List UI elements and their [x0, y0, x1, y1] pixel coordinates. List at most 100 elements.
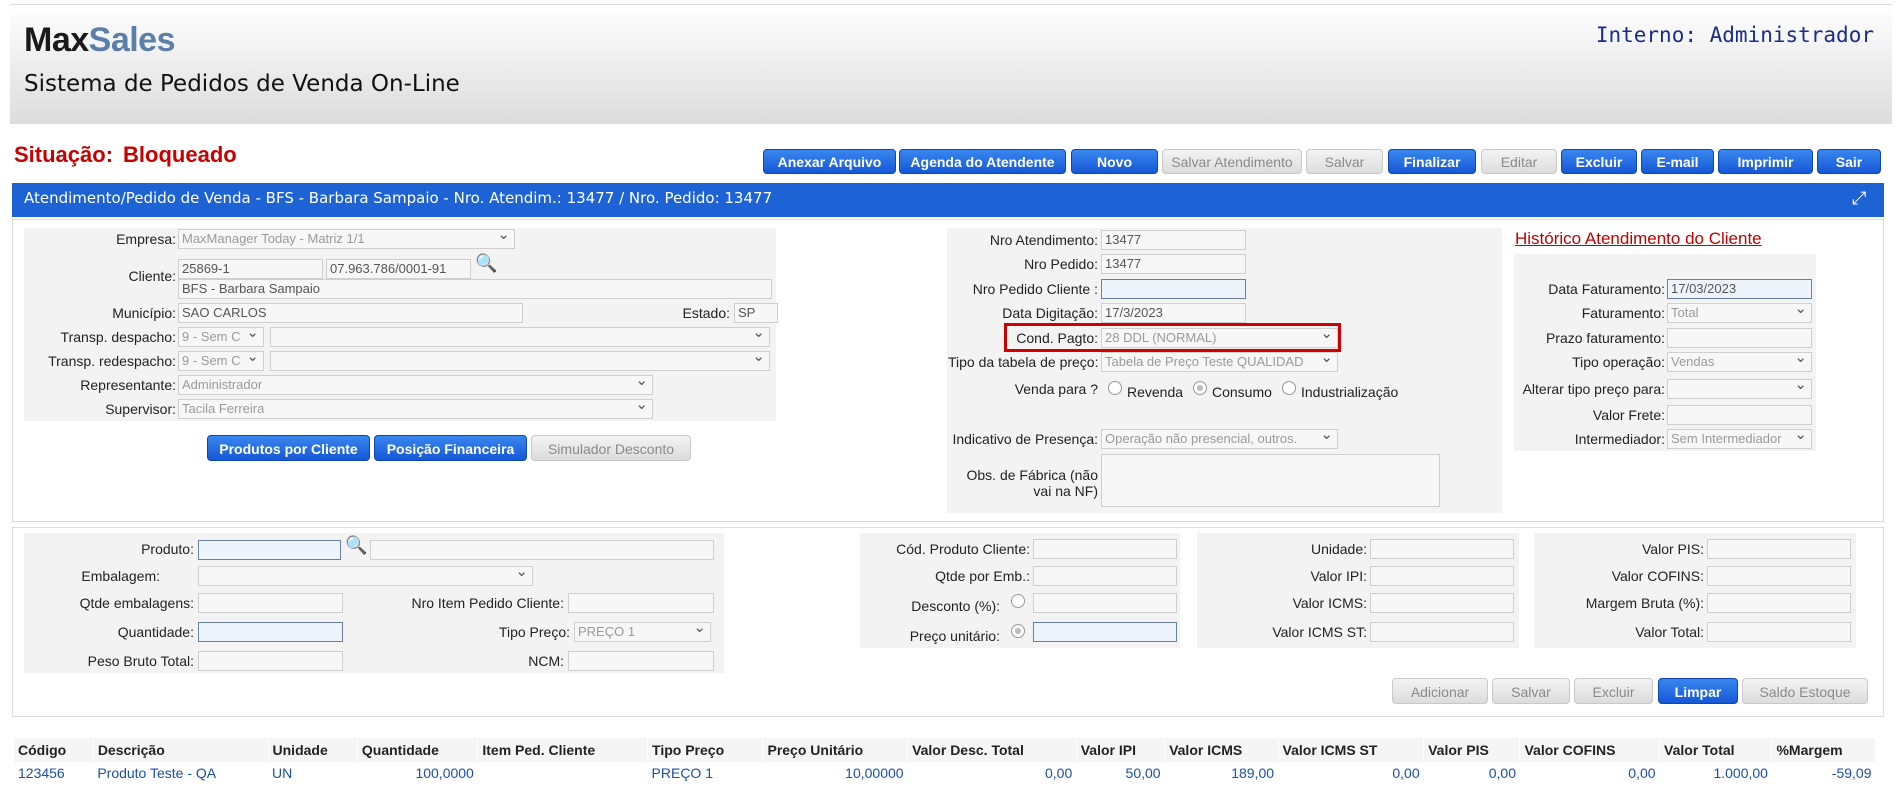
- margem-bruta-input[interactable]: [1707, 593, 1851, 613]
- radio-revenda[interactable]: [1108, 381, 1122, 395]
- produto-code-input[interactable]: [198, 540, 341, 560]
- limpar-button[interactable]: Limpar: [1658, 678, 1738, 704]
- column-header[interactable]: Preço Unitário: [762, 738, 909, 762]
- status-label: Situação: Bloqueado: [14, 142, 237, 167]
- valor-frete-field[interactable]: [1667, 405, 1812, 425]
- embalagem-select[interactable]: [198, 566, 533, 586]
- radio-consumo[interactable]: [1193, 381, 1207, 395]
- indicativo-presenca-select[interactable]: Operação não presencial, outros.: [1101, 429, 1338, 449]
- valor-ipi-input[interactable]: [1370, 566, 1514, 586]
- agenda-atendente-button[interactable]: Agenda do Atendente: [899, 149, 1066, 174]
- tabela-preco-select[interactable]: Tabela de Preço Teste QUALIDAD: [1101, 352, 1338, 372]
- item-excluir-button[interactable]: Excluir: [1574, 678, 1653, 704]
- search-icon[interactable]: 🔍: [475, 253, 497, 274]
- transp-despacho-select[interactable]: 9 - Sem C: [178, 327, 264, 347]
- cliente-cnpj-field[interactable]: 07.963.786/0001-91: [326, 259, 471, 279]
- cod-produto-cliente-input[interactable]: [1033, 539, 1177, 559]
- valor-pis-input[interactable]: [1707, 539, 1851, 559]
- valor-cofins-input[interactable]: [1707, 566, 1851, 586]
- editar-button[interactable]: Editar: [1481, 149, 1557, 174]
- municipio-field[interactable]: SAO CARLOS: [178, 303, 523, 323]
- cond-pagto-select[interactable]: 28 DDL (NORMAL): [1101, 328, 1338, 348]
- column-header[interactable]: %Margem: [1771, 738, 1876, 762]
- valor-icms-st-input[interactable]: [1370, 622, 1514, 642]
- nro-item-pedido-cliente-input[interactable]: [568, 593, 714, 613]
- embalagem-label: Embalagem:: [81, 568, 160, 584]
- expand-icon[interactable]: ⤢: [1852, 189, 1872, 209]
- search-icon[interactable]: 🔍: [345, 535, 367, 556]
- salvar-button[interactable]: Salvar: [1306, 149, 1383, 174]
- transp-despacho-desc[interactable]: [270, 327, 770, 347]
- data-faturamento-label: Data Faturamento:: [1548, 281, 1665, 297]
- prazo-faturamento-field[interactable]: [1667, 328, 1812, 348]
- faturamento-select[interactable]: Total: [1667, 303, 1812, 323]
- tipo-operacao-select[interactable]: Vendas: [1667, 352, 1812, 372]
- radio-desconto[interactable]: [1011, 594, 1025, 608]
- column-header[interactable]: Valor PIS: [1423, 738, 1521, 762]
- column-header[interactable]: Quantidade: [357, 738, 479, 762]
- column-header[interactable]: Valor Desc. Total: [907, 738, 1077, 762]
- representante-select[interactable]: Administrador: [178, 375, 653, 395]
- saldo-estoque-button[interactable]: Saldo Estoque: [1742, 678, 1868, 704]
- produto-desc-input[interactable]: [370, 540, 714, 560]
- transp-redespacho-desc[interactable]: [270, 351, 770, 371]
- radio-preco-unitario[interactable]: [1011, 624, 1025, 638]
- column-header[interactable]: Código: [14, 738, 94, 762]
- column-header[interactable]: Valor IPI: [1076, 738, 1166, 762]
- supervisor-select[interactable]: Tacila Ferreira: [178, 399, 653, 419]
- intermediador-select[interactable]: Sem Intermediador: [1667, 429, 1812, 449]
- historico-link[interactable]: Histórico Atendimento do Cliente: [1515, 229, 1762, 249]
- email-button[interactable]: E-mail: [1641, 149, 1714, 174]
- produtos-por-cliente-button[interactable]: Produtos por Cliente: [207, 435, 370, 461]
- novo-button[interactable]: Novo: [1071, 149, 1158, 174]
- adicionar-button[interactable]: Adicionar: [1392, 678, 1488, 704]
- qtde-por-emb-input[interactable]: [1033, 566, 1177, 586]
- ncm-input[interactable]: [568, 651, 714, 671]
- valor-icms-input[interactable]: [1370, 593, 1514, 613]
- column-header[interactable]: Valor Total: [1659, 738, 1773, 762]
- column-header[interactable]: Item Ped. Cliente: [477, 738, 649, 762]
- peso-bruto-input[interactable]: [198, 651, 343, 671]
- alterar-tipo-preco-select[interactable]: [1667, 379, 1812, 399]
- tipo-preco-select[interactable]: PREÇO 1: [574, 622, 711, 642]
- table-header-row: Código Descrição Unidade Quantidade Item Ped…: [14, 738, 1876, 762]
- column-header[interactable]: Valor ICMS ST: [1278, 738, 1425, 762]
- posicao-financeira-button[interactable]: Posição Financeira: [374, 435, 527, 461]
- table-cell: 189,00: [1231, 765, 1275, 781]
- qtde-embalagens-input[interactable]: [198, 593, 343, 613]
- table-row[interactable]: 123456 Produto Teste - QA UN 100,0000 PREÇO …: [14, 762, 1876, 784]
- desconto-input[interactable]: [1033, 593, 1177, 613]
- anexar-arquivo-button[interactable]: Anexar Arquivo: [763, 149, 896, 174]
- excluir-button[interactable]: Excluir: [1561, 149, 1637, 174]
- cliente-code-field[interactable]: 25869-1: [178, 259, 323, 279]
- preco-unitario-input[interactable]: [1033, 622, 1177, 642]
- column-header[interactable]: Unidade: [268, 738, 358, 762]
- nro-atendimento-field[interactable]: 13477: [1101, 230, 1246, 250]
- radio-industrializacao[interactable]: [1282, 381, 1296, 395]
- nro-pedido-cliente-field[interactable]: [1101, 279, 1246, 299]
- empresa-select[interactable]: MaxManager Today - Matriz 1/1: [178, 229, 515, 249]
- transp-redespacho-select[interactable]: 9 - Sem C: [178, 351, 264, 371]
- obs-fabrica-textarea[interactable]: [1101, 454, 1440, 507]
- simulador-desconto-button[interactable]: Simulador Desconto: [531, 435, 691, 461]
- quantidade-input[interactable]: [198, 622, 343, 642]
- column-header[interactable]: Tipo Preço: [647, 738, 764, 762]
- sair-button[interactable]: Sair: [1817, 149, 1881, 174]
- column-header[interactable]: Descrição: [93, 738, 269, 762]
- data-digitacao-field[interactable]: 17/3/2023: [1101, 303, 1246, 323]
- unidade-input[interactable]: [1370, 539, 1514, 559]
- preco-unitario-label: Preço unitário:: [909, 628, 1000, 644]
- valor-total-input[interactable]: [1707, 622, 1851, 642]
- estado-field[interactable]: SP: [734, 303, 778, 323]
- nro-pedido-field[interactable]: 13477: [1101, 254, 1246, 274]
- imprimir-button[interactable]: Imprimir: [1718, 149, 1813, 174]
- column-header[interactable]: Valor COFINS: [1519, 738, 1661, 762]
- cliente-name-field[interactable]: BFS - Barbara Sampaio: [178, 279, 772, 299]
- salvar-atendimento-button[interactable]: Salvar Atendimento: [1162, 149, 1302, 174]
- item-salvar-button[interactable]: Salvar: [1492, 678, 1570, 704]
- data-faturamento-field[interactable]: 17/03/2023: [1667, 279, 1812, 299]
- valor-frete-label: Valor Frete:: [1592, 407, 1665, 423]
- finalizar-button[interactable]: Finalizar: [1388, 149, 1476, 174]
- column-header[interactable]: Valor ICMS: [1164, 738, 1279, 762]
- items-table: Código Descrição Unidade Quantidade Item Ped…: [14, 738, 1876, 784]
